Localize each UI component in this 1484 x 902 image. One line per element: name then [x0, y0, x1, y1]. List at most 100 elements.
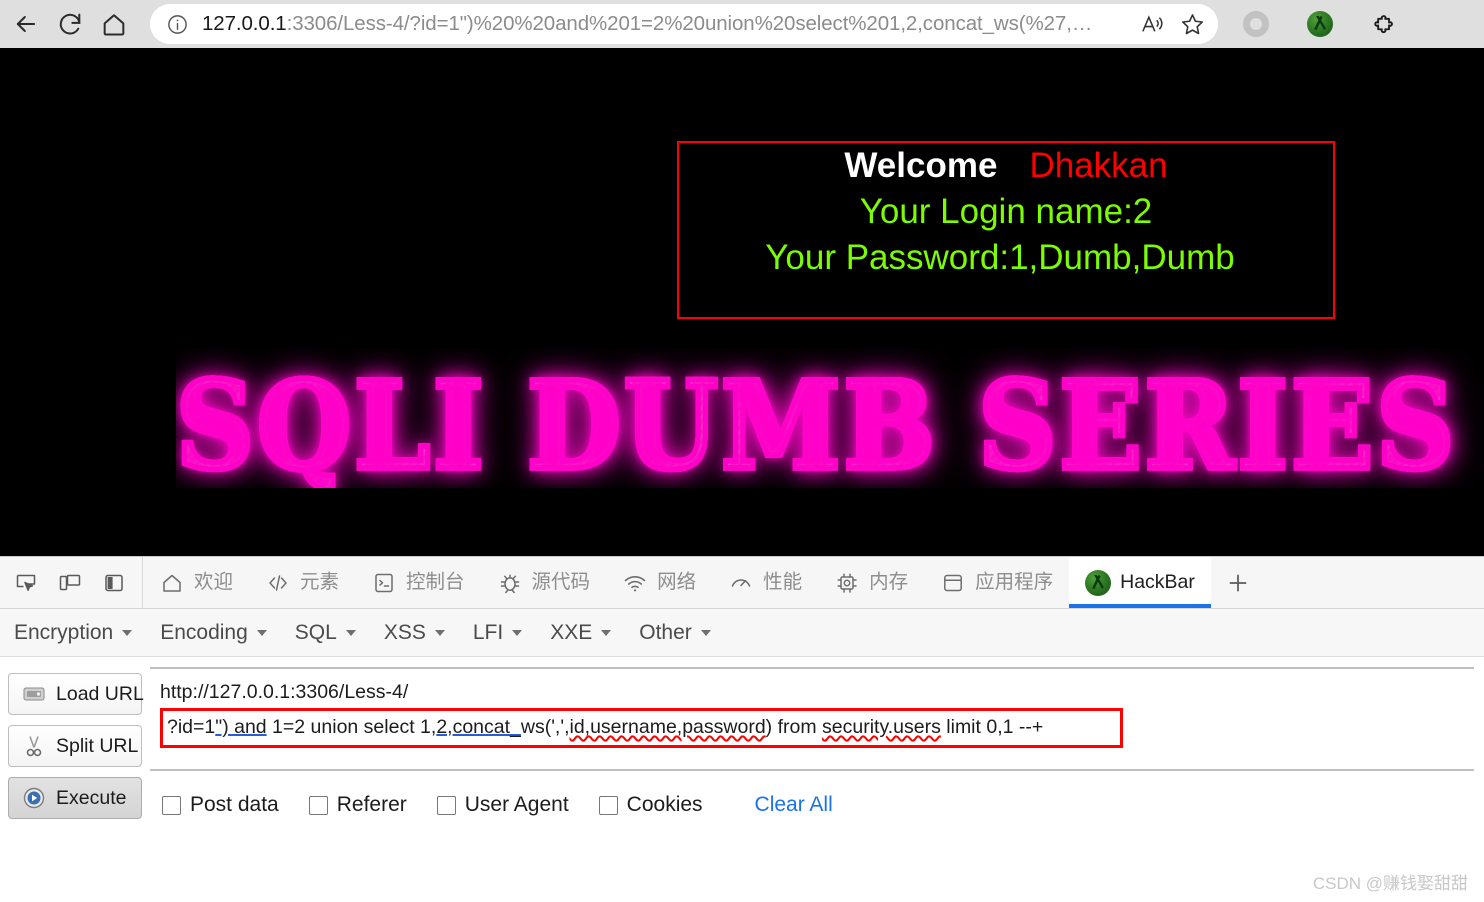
welcome-result-box: Welcome Dhakkan Your Login name:2 Your Pa… — [677, 141, 1335, 319]
menu-sql-label: SQL — [294, 620, 337, 644]
menu-sql[interactable]: SQL — [295, 617, 370, 649]
address-bar[interactable]: 127.0.0.1:3306/Less-4/?id=1")%20%20and%2… — [150, 4, 1218, 44]
back-arrow-icon — [16, 16, 36, 32]
welcome-greeting-line: Welcome Dhakkan — [679, 143, 1333, 189]
favorites-button[interactable] — [1172, 6, 1212, 42]
chevron-down-icon — [700, 629, 711, 636]
star-icon — [1181, 13, 1203, 34]
menu-encryption-label: Encryption — [14, 620, 114, 644]
tab-elements[interactable]: 元素 — [249, 557, 355, 608]
dock-side-icon — [105, 574, 123, 591]
checkbox-user-agent-box[interactable] — [436, 795, 456, 815]
checkbox-cookies-box[interactable] — [598, 795, 618, 815]
tab-sources[interactable]: 源代码 — [481, 557, 607, 608]
application-icon — [940, 570, 966, 596]
execute-icon — [21, 785, 47, 811]
tab-hackbar[interactable]: HackBar — [1069, 557, 1211, 608]
browser-toolbar: 127.0.0.1:3306/Less-4/?id=1")%20%20and%2… — [0, 0, 1484, 48]
home-icon — [103, 14, 125, 36]
chevron-down-icon — [434, 629, 445, 636]
inspect-element-button[interactable] — [4, 563, 48, 603]
query-part-ws: ws(',', — [520, 716, 570, 738]
welcome-password: Your Password:1,Dumb,Dumb — [765, 238, 1235, 277]
clear-all-link[interactable]: Clear All — [755, 793, 833, 817]
collections-button[interactable] — [1224, 2, 1288, 46]
checkbox-user-agent[interactable]: User Agent — [436, 793, 569, 817]
devtools-tool-icons — [0, 557, 143, 608]
query-part-table: security.users — [822, 716, 941, 738]
home-button[interactable] — [92, 4, 136, 44]
checkbox-referer[interactable]: Referer — [308, 793, 407, 817]
tab-memory[interactable]: 内存 — [818, 557, 924, 608]
sqli-logo: SQLI DUMB SERIES — [176, 348, 1484, 488]
query-part-concat: 2,concat_ — [436, 716, 521, 738]
hackbar-options-row: Post data Referer User Agent Cookies Cle… — [150, 771, 1474, 817]
execute-button[interactable]: Execute — [8, 777, 142, 819]
menu-lfi[interactable]: LFI — [473, 617, 536, 649]
back-button[interactable] — [4, 4, 48, 44]
inspect-element-icon — [16, 574, 36, 591]
menu-other[interactable]: Other — [639, 617, 725, 649]
welcome-login-name: Your Login name:2 — [859, 192, 1153, 231]
checkbox-referer-box[interactable] — [308, 795, 328, 815]
tab-application[interactable]: 应用程序 — [924, 557, 1069, 608]
read-aloud-button[interactable] — [1132, 6, 1172, 42]
split-url-label: Split URL — [56, 734, 139, 757]
collections-circle-icon — [1243, 11, 1269, 37]
csdn-watermark: CSDN @赚钱娶甜甜 — [1312, 874, 1468, 893]
menu-encoding[interactable]: Encoding — [160, 617, 281, 649]
chevron-down-icon — [256, 629, 267, 636]
query-part-columns: id,username,password — [569, 716, 766, 738]
tab-network-label: 网络 — [657, 570, 697, 593]
hackbar-extension-button[interactable] — [1288, 2, 1352, 46]
device-toolbar-button[interactable] — [48, 563, 92, 603]
tab-welcome[interactable]: 欢迎 — [143, 557, 249, 608]
tab-console-label: 控制台 — [406, 570, 465, 593]
hackbar-request-area: http://127.0.0.1:3306/Less-4/ ?id=1") an… — [150, 667, 1484, 819]
devtools-tabbar: 欢迎 元素 控制台 源代码 网络 性能 内存 应用程序 HackBar — [0, 557, 1484, 609]
menu-xss[interactable]: XSS — [384, 617, 459, 649]
code-icon — [265, 570, 291, 596]
reload-button[interactable] — [48, 4, 92, 44]
console-icon — [371, 570, 397, 596]
hackbar-action-buttons: Load URL Split URL Execute — [0, 667, 150, 819]
split-url-button[interactable]: Split URL — [8, 725, 142, 767]
url-textarea-query-highlight[interactable]: ?id=1") and 1=2 union select 1,2,concat_… — [160, 708, 1123, 748]
chevron-down-icon — [601, 629, 612, 636]
extensions-puzzle-icon — [1374, 15, 1393, 34]
menu-encryption[interactable]: Encryption — [14, 617, 146, 649]
devtools-panel: 欢迎 元素 控制台 源代码 网络 性能 内存 应用程序 HackBar Encr… — [0, 556, 1484, 902]
menu-xxe-label: XXE — [550, 620, 593, 644]
checkbox-referer-label: Referer — [336, 793, 407, 816]
url-text[interactable]: 127.0.0.1:3306/Less-4/?id=1")%20%20and%2… — [202, 12, 1132, 36]
menu-xss-label: XSS — [383, 620, 426, 644]
site-info-icon[interactable] — [164, 11, 190, 37]
checkbox-post-data-box[interactable] — [162, 795, 181, 815]
dock-side-button[interactable] — [92, 563, 136, 603]
browser-right-icons — [1224, 2, 1416, 46]
menu-other-label: Other — [639, 620, 692, 644]
url-textarea[interactable]: http://127.0.0.1:3306/Less-4/ ?id=1") an… — [150, 667, 1474, 771]
checkbox-post-data[interactable]: Post data — [162, 793, 279, 817]
extensions-button[interactable] — [1352, 2, 1416, 46]
performance-icon — [728, 570, 754, 596]
menu-lfi-label: LFI — [472, 620, 504, 644]
query-part-from: ) from — [765, 716, 823, 738]
tab-performance-label: 性能 — [763, 570, 803, 593]
tab-performance[interactable]: 性能 — [712, 557, 818, 608]
menu-encoding-label: Encoding — [160, 620, 248, 644]
welcome-greeting: Welcome — [844, 146, 998, 185]
tab-memory-label: 内存 — [869, 570, 909, 593]
tab-network[interactable]: 网络 — [606, 557, 712, 608]
menu-xxe[interactable]: XXE — [550, 617, 625, 649]
add-tab-button[interactable] — [1211, 557, 1265, 608]
reload-icon — [59, 13, 81, 35]
devtools-tabs: 欢迎 元素 控制台 源代码 网络 性能 内存 应用程序 HackBar — [143, 557, 1484, 608]
tab-console[interactable]: 控制台 — [355, 557, 481, 608]
tab-sources-label: 源代码 — [531, 570, 591, 593]
url-host: 127.0.0.1 — [202, 12, 287, 35]
query-part-id: ?id=1 — [167, 716, 216, 738]
checkbox-cookies[interactable]: Cookies — [598, 793, 703, 817]
load-url-button[interactable]: Load URL — [8, 673, 144, 715]
url-textarea-base-url: http://127.0.0.1:3306/Less-4/ — [160, 681, 409, 703]
